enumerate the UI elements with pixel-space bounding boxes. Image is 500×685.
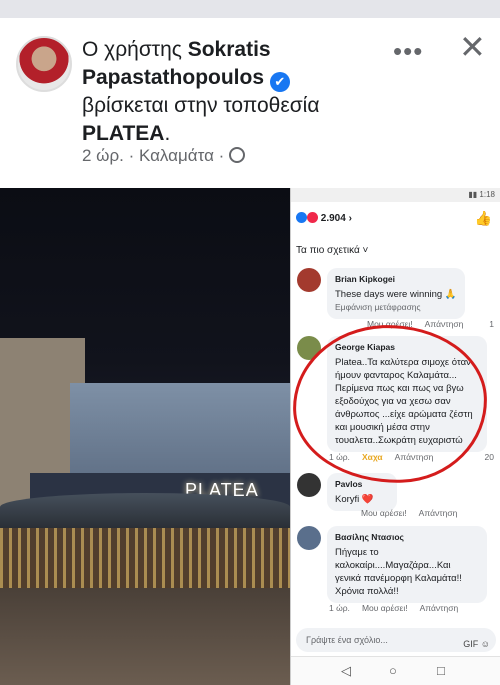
comment-like-count: 20 — [484, 452, 494, 462]
translation-link[interactable]: Εμφάνιση μετάφρασης — [335, 302, 421, 312]
home-icon[interactable]: ○ — [389, 663, 397, 678]
user-name[interactable]: Sokratis — [188, 38, 271, 61]
back-icon[interactable]: ◁ — [341, 663, 351, 679]
comment-bubble: Βασίλης Ντασιος Πήγαμε το καλοκαίρι....Μ… — [327, 526, 487, 603]
verified-icon: ✔ — [269, 72, 290, 92]
like-link[interactable]: Μου αρέσει! — [362, 603, 408, 613]
post-place[interactable]: Καλαμάτα — [139, 146, 214, 165]
post-time[interactable]: 2 ώρ. — [82, 146, 124, 165]
more-options-icon[interactable]: ••• — [393, 36, 423, 67]
location-text: βρίσκεται στην τοποθεσία — [82, 94, 320, 117]
reply-link[interactable]: Απάντηση — [420, 603, 459, 613]
gif-sticker-icons[interactable]: GIF ☺ — [463, 632, 490, 656]
globe-icon — [229, 147, 246, 163]
comment-bubble: Brian Kipkogei These days were winning 🙏… — [327, 268, 465, 319]
commenter-avatar[interactable] — [297, 526, 321, 550]
sort-dropdown[interactable]: Τα πιο σχετικά ˅ — [296, 245, 368, 256]
avatar[interactable] — [16, 36, 72, 92]
string-lights — [0, 528, 290, 588]
commenter-name[interactable]: Βασίλης Ντασιος — [335, 531, 479, 544]
comment-actions: 1 ώρ. Μου αρέσει! Απάντηση — [329, 603, 470, 613]
comment-placeholder: Γράψτε ένα σχόλιο... — [306, 635, 388, 645]
top-bar — [0, 0, 500, 18]
comment-input[interactable]: Γράψτε ένα σχόλιο... GIF ☺ — [296, 628, 496, 652]
reply-link[interactable]: Απάντηση — [419, 508, 458, 518]
reaction-summary[interactable]: 2.904 › — [296, 212, 352, 224]
comment-like-count: 1 — [489, 319, 494, 329]
thumbs-up-icon[interactable]: 👍 — [475, 210, 492, 227]
comment-text: These days were winning 🙏 — [335, 289, 457, 300]
recents-icon[interactable]: □ — [437, 663, 445, 678]
android-nav-bar: ◁ ○ □ — [291, 656, 500, 685]
user-surname[interactable]: Papastathopoulos — [82, 66, 264, 89]
reaction-arrow: › — [348, 213, 352, 224]
plaza-ground — [0, 588, 290, 685]
love-reaction-icon — [307, 212, 318, 223]
umbrellas — [0, 493, 290, 528]
post-text: Ο χρήστης Sokratis Papastathopoulos ✔ βρ… — [82, 38, 320, 145]
commenter-name[interactable]: Brian Kipkogei — [335, 273, 457, 286]
reply-link[interactable]: Απάντηση — [425, 319, 464, 329]
close-icon[interactable]: ✕ — [459, 28, 486, 66]
like-reaction-icon — [296, 212, 307, 223]
post-header: Ο χρήστης Sokratis Papastathopoulos ✔ βρ… — [0, 18, 500, 188]
comment-text: Πήγαμε το καλοκαίρι....Μαγαζάρα...Και γε… — [335, 547, 462, 597]
post-prefix: Ο χρήστης — [82, 38, 188, 61]
comment-time: 1 ώρ. — [329, 603, 350, 613]
commenter-avatar[interactable] — [297, 268, 321, 292]
commenter-avatar[interactable] — [297, 473, 321, 497]
comment-text: Koryfi ❤️ — [335, 494, 374, 505]
status-text: ▮▮ 1:18 — [468, 190, 495, 199]
reaction-count: 2.904 — [320, 213, 346, 224]
status-bar: ▮▮ 1:18 — [291, 188, 500, 202]
location-name[interactable]: PLATEA — [82, 122, 164, 145]
like-link[interactable]: Μου αρέσει! — [361, 508, 407, 518]
restaurant-photo[interactable]: PLATEA — [0, 188, 290, 685]
post-meta: 2 ώρ. · Καλαμάτα · — [82, 146, 246, 166]
comment-actions: Μου αρέσει! Απάντηση — [361, 508, 469, 518]
